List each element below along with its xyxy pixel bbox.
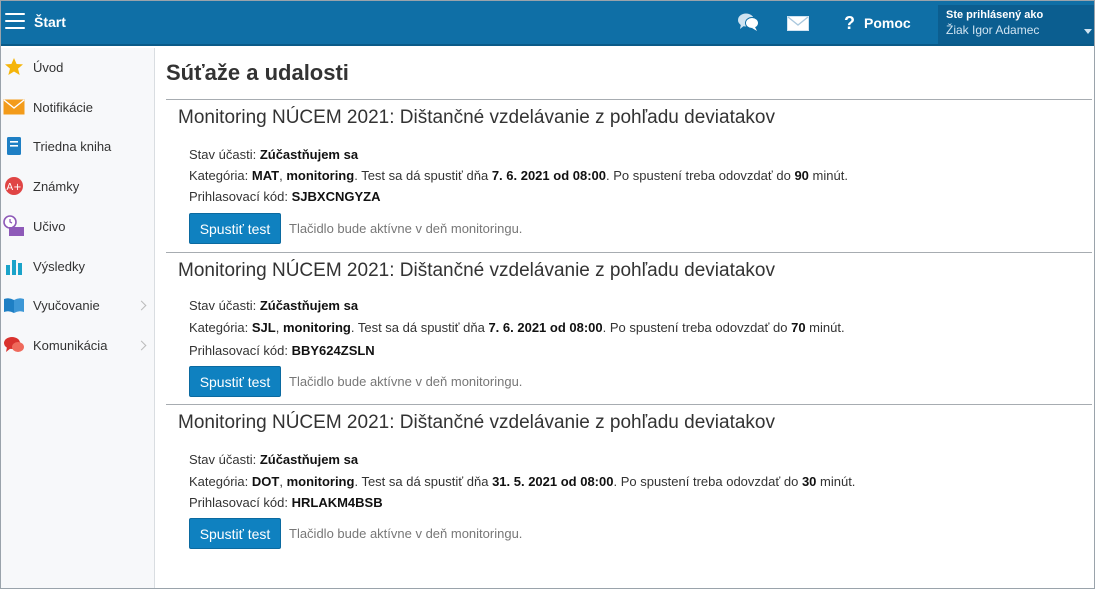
event-login-code: Prihlasovací kód: HRLAKM4BSB [189, 495, 383, 510]
button-note: Tlačidlo bude aktívne v deň monitoringu. [289, 374, 523, 389]
help-button[interactable]: ? Pomoc [844, 13, 911, 33]
sidebar-item-znamky[interactable]: A+ Známky [1, 171, 155, 201]
help-label: Pomoc [864, 15, 911, 31]
sidebar-item-komunikacia[interactable]: Komunikácia [1, 330, 155, 360]
chat-bubbles-icon [3, 334, 25, 356]
sidebar-item-ucivo[interactable]: Učivo [1, 211, 155, 241]
home-link[interactable]: Štart [34, 14, 66, 30]
envelope-icon[interactable] [787, 16, 809, 36]
question-mark-icon: ? [844, 13, 855, 33]
sidebar-item-label: Výsledky [33, 258, 86, 274]
sidebar-item-label: Notifikácie [33, 99, 93, 115]
start-test-button[interactable]: Spustiť test [189, 213, 281, 244]
sidebar-item-triedna-kniha[interactable]: Triedna kniha [1, 131, 155, 161]
open-book-icon [3, 294, 25, 316]
user-menu[interactable]: Ste prihlásený ako Žiak Igor Adamec [938, 5, 1094, 44]
logged-in-label: Ste prihlásený ako [946, 9, 1044, 21]
event-title: Monitoring NÚCEM 2021: Dištančné vzdeláv… [178, 412, 775, 433]
chevron-right-icon [136, 300, 147, 310]
sidebar-item-label: Úvod [33, 59, 64, 75]
star-icon [3, 56, 25, 78]
event-card: Monitoring NÚCEM 2021: Dištančné vzdeláv… [166, 404, 1092, 556]
event-title: Monitoring NÚCEM 2021: Dištančné vzdeláv… [178, 107, 775, 128]
sidebar-item-vysledky[interactable]: Výsledky [1, 251, 155, 281]
event-status: Stav účasti: Zúčastňujem sa [189, 298, 359, 313]
event-card: Monitoring NÚCEM 2021: Dištančné vzdeláv… [166, 99, 1092, 251]
chat-bubbles-icon[interactable] [737, 12, 759, 37]
top-bar: Štart ? Pomoc Ste prihlásený ako Žiak Ig… [1, 1, 1094, 46]
user-name: Žiak Igor Adamec [946, 23, 1040, 37]
svg-text:A+: A+ [6, 182, 21, 193]
event-category: Kategória: SJL, monitoring. Test sa dá s… [189, 320, 845, 335]
sidebar-item-label: Učivo [33, 218, 66, 234]
chevron-right-icon [136, 340, 147, 350]
event-login-code: Prihlasovací kód: SJBXCNGYZA [189, 189, 381, 204]
event-title: Monitoring NÚCEM 2021: Dištančné vzdeláv… [178, 260, 775, 281]
sidebar-item-vyucovanie[interactable]: Vyučovanie [1, 290, 155, 320]
hamburger-menu-icon[interactable] [5, 13, 25, 31]
start-test-button[interactable]: Spustiť test [189, 518, 281, 549]
event-category: Kategória: MAT, monitoring. Test sa dá s… [189, 168, 848, 183]
sidebar-item-label: Vyučovanie [33, 297, 100, 313]
event-category: Kategória: DOT, monitoring. Test sa dá s… [189, 474, 856, 489]
grade-icon: A+ [3, 175, 25, 197]
start-test-button[interactable]: Spustiť test [189, 366, 281, 397]
page-title: Súťaže a udalosti [166, 60, 349, 85]
bar-chart-icon [3, 255, 25, 277]
event-status: Stav účasti: Zúčastňujem sa [189, 147, 359, 162]
event-status: Stav účasti: Zúčastňujem sa [189, 452, 359, 467]
event-login-code: Prihlasovací kód: BBY624ZSLN [189, 343, 375, 358]
button-note: Tlačidlo bude aktívne v deň monitoringu. [289, 221, 523, 236]
caret-down-icon [1084, 29, 1092, 34]
book-icon [3, 135, 25, 157]
button-note: Tlačidlo bude aktívne v deň monitoringu. [289, 526, 523, 541]
clock-book-icon [3, 215, 25, 237]
event-card: Monitoring NÚCEM 2021: Dištančné vzdeláv… [166, 252, 1092, 404]
sidebar-item-label: Známky [33, 178, 80, 194]
envelope-icon [3, 96, 25, 118]
sidebar: Úvod Notifikácie Triedna kniha A+ Známky… [1, 48, 155, 588]
sidebar-item-uvod[interactable]: Úvod [1, 52, 155, 82]
sidebar-item-label: Komunikácia [33, 337, 108, 353]
sidebar-item-notifikacie[interactable]: Notifikácie [1, 92, 155, 122]
sidebar-item-label: Triedna kniha [33, 138, 112, 154]
